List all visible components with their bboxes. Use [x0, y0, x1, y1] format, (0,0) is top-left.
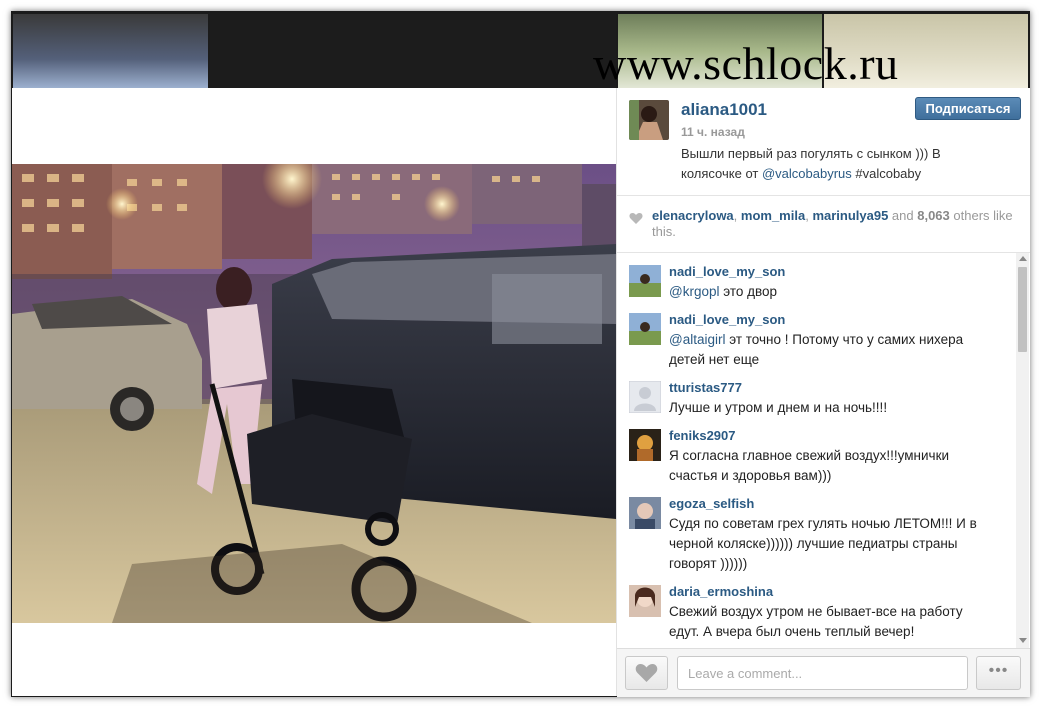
comment-item: feniks2907 Я согласна главное свежий воз… — [617, 428, 1012, 489]
screenshot-frame: www.schlock.ru aliana1001 Подписаться 11… — [11, 11, 1030, 697]
comments-scrollbar[interactable] — [1016, 253, 1029, 648]
author-avatar[interactable] — [629, 100, 669, 140]
commenter-username[interactable]: nadi_love_my_son — [669, 312, 785, 327]
comment-mention-link[interactable]: @krgopl — [669, 284, 719, 299]
post-sidebar: aliana1001 Подписаться 11 ч. назад Вышли… — [616, 88, 1030, 697]
liker-link[interactable]: mom_mila — [741, 208, 805, 223]
likes-and: and — [888, 208, 918, 223]
post-photo[interactable] — [12, 164, 616, 623]
comment-item: nadi_love_my_son @krgopl это двор — [617, 264, 1012, 305]
scroll-down-arrow-icon[interactable] — [1019, 638, 1027, 643]
heart-icon — [635, 664, 658, 682]
feed-thumbnail[interactable] — [13, 14, 208, 89]
comment-text: Свежий воздух утром не бывает-все на раб… — [669, 604, 963, 639]
follow-button[interactable]: Подписаться — [915, 97, 1021, 120]
more-options-button[interactable]: ••• — [976, 656, 1021, 690]
feed-thumbnail[interactable] — [210, 14, 616, 89]
post-caption: Вышли первый раз погулять с сынком ))) В… — [681, 144, 981, 184]
scroll-up-arrow-icon[interactable] — [1019, 256, 1027, 261]
commenter-avatar[interactable] — [629, 429, 661, 461]
comment-body: это двор — [719, 284, 778, 299]
scrollbar-thumb[interactable] — [1018, 267, 1027, 352]
commenter-username[interactable]: daria_ermoshina — [669, 584, 773, 599]
author-username[interactable]: aliana1001 — [681, 100, 767, 120]
comment-item: egoza_selfish Судя по советам грех гулят… — [617, 496, 1012, 577]
post-header: aliana1001 Подписаться 11 ч. назад Вышли… — [617, 88, 1030, 196]
comment-text: Я согласна главное свежий воздух!!!умнич… — [669, 448, 950, 483]
comment-item: tturistas777 Лучше и утром и днем и на н… — [617, 380, 1012, 421]
watermark: www.schlock.ru — [593, 38, 899, 89]
post-modal: aliana1001 Подписаться 11 ч. назад Вышли… — [12, 88, 1030, 697]
comment-mention-link[interactable]: @altaigirl — [669, 332, 725, 347]
heart-icon — [629, 212, 643, 230]
caption-hashtag[interactable]: #valcobaby — [852, 166, 921, 181]
commenter-username[interactable]: nadi_love_my_son — [669, 264, 785, 279]
commenter-avatar[interactable] — [629, 497, 661, 529]
likes-separator: , — [733, 208, 741, 223]
commenter-avatar[interactable] — [629, 381, 661, 413]
likes-summary: elenacrylowa, mom_mila, marinulya95 and … — [652, 208, 1022, 240]
commenter-avatar[interactable] — [629, 585, 661, 617]
comment-text: @krgopl это двор — [669, 282, 984, 302]
like-button[interactable] — [625, 656, 668, 690]
caption-mention-link[interactable]: @valcobabyrus — [762, 166, 852, 181]
liker-link[interactable]: marinulya95 — [812, 208, 888, 223]
comment-text: Судя по советам грех гулять ночью ЛЕТОМ!… — [669, 516, 977, 571]
comment-item: daria_ermoshina Свежий воздух утром не б… — [617, 584, 1012, 648]
comments-list[interactable]: nadi_love_my_son @krgopl это двор nadi_l… — [617, 253, 1030, 648]
comment-input[interactable] — [677, 656, 968, 690]
likes-count[interactable]: 8,063 — [917, 208, 950, 223]
commenter-username[interactable]: tturistas777 — [669, 380, 742, 395]
likes-bar: elenacrylowa, mom_mila, marinulya95 and … — [617, 196, 1030, 253]
comment-item: nadi_love_my_son @altaigirl эт точно ! П… — [617, 312, 1012, 373]
liker-link[interactable]: elenacrylowa — [652, 208, 734, 223]
comment-text: Лучше и утром и днем и на ночь!!!! — [669, 400, 888, 415]
commenter-avatar[interactable] — [629, 313, 661, 345]
comment-text: @altaigirl эт точно ! Потому что у самих… — [669, 330, 984, 370]
post-timestamp[interactable]: 11 ч. назад — [681, 125, 745, 139]
commenter-username[interactable]: egoza_selfish — [669, 496, 754, 511]
commenter-avatar[interactable] — [629, 265, 661, 297]
comment-footer: ••• — [617, 648, 1030, 697]
commenter-username[interactable]: feniks2907 — [669, 428, 736, 443]
